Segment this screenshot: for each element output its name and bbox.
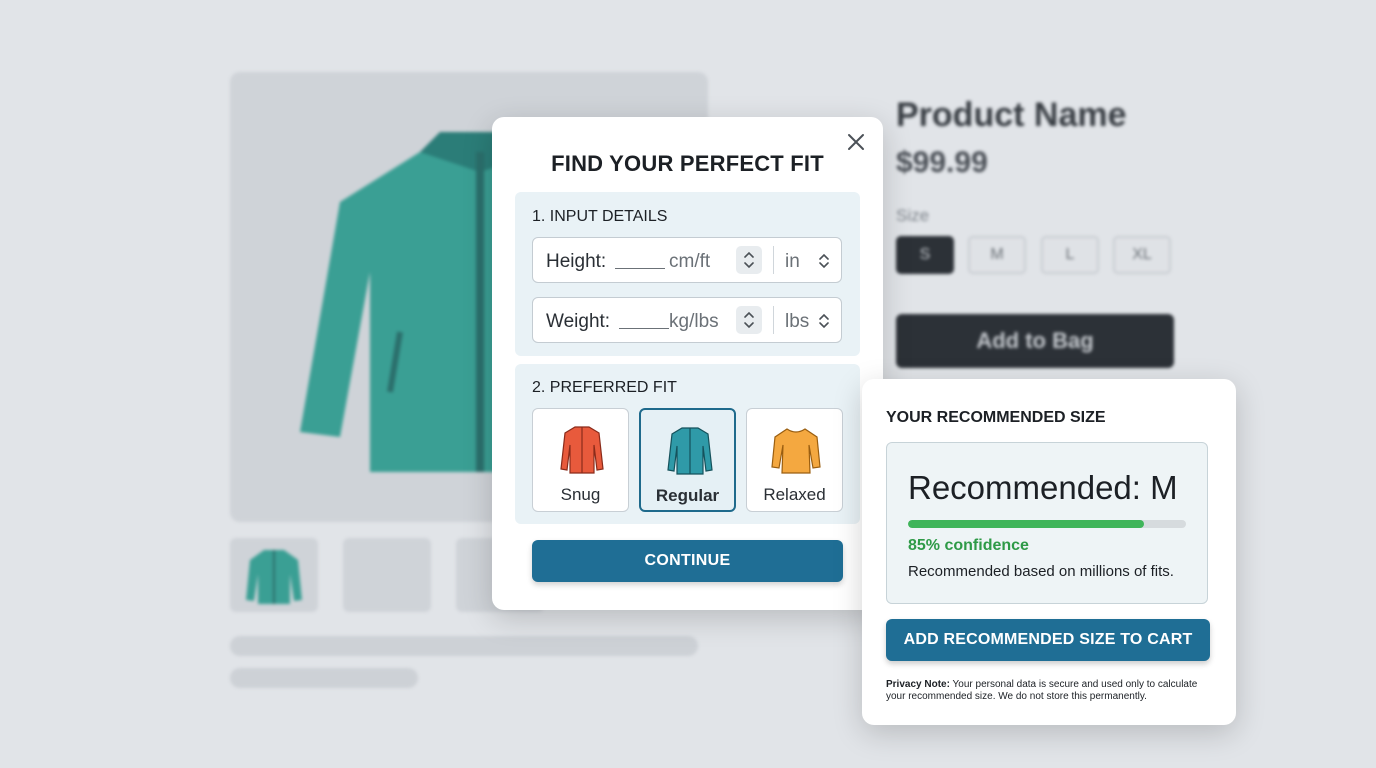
fit-option-snug[interactable]: Snug: [532, 408, 629, 512]
recommendation-title: YOUR RECOMMENDED SIZE: [886, 409, 1106, 426]
size-label: Size: [896, 206, 930, 225]
size-option-s[interactable]: S: [896, 236, 954, 274]
fit-label: Relaxed: [763, 485, 826, 504]
size-option-l[interactable]: L: [1041, 236, 1099, 274]
confidence-bar: [908, 520, 1186, 528]
chevron-updown-icon[interactable]: [817, 252, 831, 270]
placeholder-text-line: [230, 668, 418, 688]
recommended-size: Recommended: M: [908, 469, 1178, 506]
fit-finder-modal: FIND YOUR PERFECT FIT 1. INPUT DETAILS H…: [492, 117, 883, 610]
input-details-section: 1. INPUT DETAILS Height: cm/ft in Weight…: [515, 192, 860, 356]
fit-option-regular[interactable]: Regular: [639, 408, 736, 512]
close-icon[interactable]: [845, 131, 867, 153]
add-to-bag-button[interactable]: Add to Bag: [896, 314, 1174, 368]
confidence-bar-fill: [908, 520, 1145, 528]
section-title: 1. INPUT DETAILS: [532, 208, 668, 225]
privacy-label: Privacy Note:: [886, 679, 950, 690]
divider: [773, 306, 774, 334]
height-label: Height:: [546, 251, 607, 272]
fit-option-relaxed[interactable]: Relaxed: [746, 408, 843, 512]
divider: [773, 246, 774, 274]
recommendation-card: YOUR RECOMMENDED SIZE Recommended: M 85%…: [862, 379, 1236, 725]
privacy-note: Privacy Note: Your personal data is secu…: [886, 679, 1218, 703]
modal-title: FIND YOUR PERFECT FIT: [551, 151, 824, 176]
height-field[interactable]: Height: cm/ft in: [532, 237, 842, 283]
section-title: 2. PREFERRED FIT: [532, 379, 677, 396]
fit-label: Regular: [655, 486, 720, 505]
height-stepper-icon[interactable]: [736, 246, 762, 274]
thumbnail-1[interactable]: [230, 538, 318, 612]
jacket-thumbnail-icon: [246, 550, 302, 604]
weight-stepper-icon[interactable]: [736, 306, 762, 334]
regular-jacket-icon: [667, 427, 713, 475]
weight-unit-hint: kg/lbs: [669, 311, 719, 332]
height-unit-hint: cm/ft: [669, 251, 711, 272]
thumbnail-2[interactable]: [343, 538, 431, 612]
product-price: $99.99: [896, 146, 988, 179]
preferred-fit-section: 2. PREFERRED FIT Snug Regular Relaxed: [515, 364, 860, 524]
add-recommended-size-button[interactable]: ADD RECOMMENDED SIZE TO CART: [886, 619, 1210, 661]
snug-jacket-icon: [560, 426, 604, 474]
recommendation-note: Recommended based on millions of fits.: [908, 563, 1174, 580]
continue-button[interactable]: CONTINUE: [532, 540, 843, 582]
height-input-line[interactable]: [615, 268, 665, 269]
weight-unit-select[interactable]: lbs: [785, 311, 809, 333]
placeholder-text-line: [230, 636, 698, 656]
relaxed-sweater-icon: [771, 428, 821, 474]
height-unit-select[interactable]: in: [785, 251, 800, 273]
weight-input-line[interactable]: [619, 328, 669, 329]
chevron-updown-icon[interactable]: [817, 312, 831, 330]
fit-label: Snug: [560, 485, 601, 504]
product-name: Product Name: [896, 96, 1127, 134]
confidence-text: 85% confidence: [908, 537, 1029, 554]
recommendation-box: Recommended: M 85% confidence Recommende…: [886, 442, 1208, 604]
weight-label: Weight:: [546, 311, 611, 332]
weight-field[interactable]: Weight: kg/lbs lbs: [532, 297, 842, 343]
size-option-m[interactable]: M: [968, 236, 1026, 274]
size-option-xl[interactable]: XL: [1113, 236, 1171, 274]
